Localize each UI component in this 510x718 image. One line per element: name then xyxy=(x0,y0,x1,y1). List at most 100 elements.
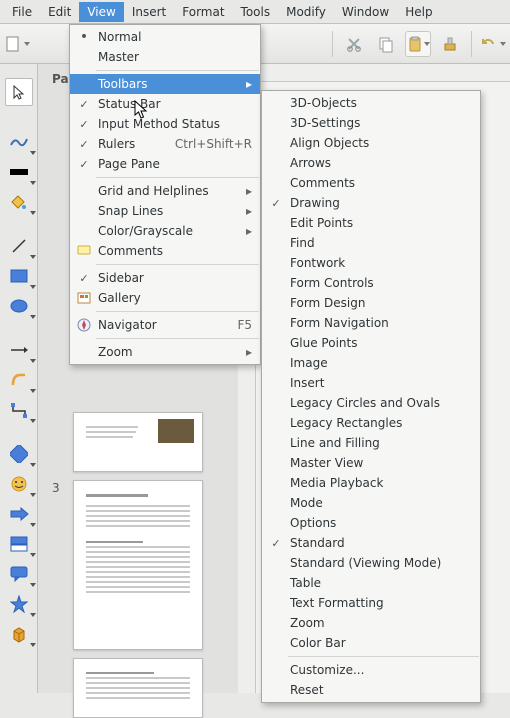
toolbars-item-legacy-rectangles[interactable]: Legacy Rectangles xyxy=(262,413,480,433)
line-color-icon[interactable] xyxy=(7,162,31,182)
toolbars-item-3d-settings[interactable]: 3D-Settings xyxy=(262,113,480,133)
callouts-tool[interactable] xyxy=(7,564,31,584)
pointer-tool[interactable] xyxy=(5,78,33,106)
menu-separator xyxy=(96,338,259,339)
view-item-navigator[interactable]: NavigatorF5 xyxy=(70,315,260,335)
toolbars-item-form-design[interactable]: Form Design xyxy=(262,293,480,313)
view-item-master[interactable]: Master xyxy=(70,47,260,67)
toolbars-item-zoom[interactable]: Zoom xyxy=(262,613,480,633)
view-item-status-bar[interactable]: Status Bar xyxy=(70,94,260,114)
toolbars-item-media-playback[interactable]: Media Playback xyxy=(262,473,480,493)
block-arrows-tool[interactable] xyxy=(7,504,31,524)
clone-format-button[interactable] xyxy=(437,31,463,57)
view-item-grid-and-helplines[interactable]: Grid and Helplines▸ xyxy=(70,181,260,201)
menu-item-label: Legacy Circles and Ovals xyxy=(290,396,472,410)
view-item-color-grayscale[interactable]: Color/Grayscale▸ xyxy=(70,221,260,241)
toolbars-item-arrows[interactable]: Arrows xyxy=(262,153,480,173)
toolbars-item-image[interactable]: Image xyxy=(262,353,480,373)
view-item-comments[interactable]: Comments xyxy=(70,241,260,261)
menu-item-label: Grid and Helplines xyxy=(98,184,242,198)
copy-button[interactable] xyxy=(373,31,399,57)
menu-item-label: Table xyxy=(290,576,472,590)
menu-item-label: Color Bar xyxy=(290,636,472,650)
arrow-line-tool[interactable] xyxy=(7,340,31,360)
line-tool[interactable] xyxy=(7,236,31,256)
ellipse-tool[interactable] xyxy=(7,296,31,316)
view-item-input-method-status[interactable]: Input Method Status xyxy=(70,114,260,134)
menu-item-label: Find xyxy=(290,236,472,250)
connectors-icon[interactable] xyxy=(7,132,31,152)
menu-insert[interactable]: Insert xyxy=(124,2,174,22)
toolbars-item-fontwork[interactable]: Fontwork xyxy=(262,253,480,273)
paste-button[interactable] xyxy=(405,31,431,57)
toolbars-item-legacy-circles-and-ovals[interactable]: Legacy Circles and Ovals xyxy=(262,393,480,413)
toolbars-item-form-navigation[interactable]: Form Navigation xyxy=(262,313,480,333)
toolbars-item-edit-points[interactable]: Edit Points xyxy=(262,213,480,233)
submenu-arrow-icon: ▸ xyxy=(242,184,252,198)
3d-objects-tool[interactable] xyxy=(7,624,31,644)
view-item-sidebar[interactable]: Sidebar xyxy=(70,268,260,288)
new-doc-button[interactable] xyxy=(4,31,30,57)
menu-help[interactable]: Help xyxy=(397,2,440,22)
toolbars-item-customize[interactable]: Customize... xyxy=(262,660,480,680)
separator xyxy=(332,31,333,57)
stars-tool[interactable] xyxy=(7,594,31,614)
toolbars-item-master-view[interactable]: Master View xyxy=(262,453,480,473)
cut-button[interactable] xyxy=(341,31,367,57)
toolbars-item-text-formatting[interactable]: Text Formatting xyxy=(262,593,480,613)
undo-button[interactable] xyxy=(480,31,506,57)
toolbars-item-drawing[interactable]: Drawing xyxy=(262,193,480,213)
menu-item-label: Text Formatting xyxy=(290,596,472,610)
navigator-icon-gutter-icon xyxy=(74,318,94,332)
page-thumbnail[interactable] xyxy=(73,412,203,472)
view-item-normal[interactable]: Normal xyxy=(70,27,260,47)
menu-file[interactable]: File xyxy=(4,2,40,22)
menu-edit[interactable]: Edit xyxy=(40,2,79,22)
toolbars-item-form-controls[interactable]: Form Controls xyxy=(262,273,480,293)
view-item-toolbars[interactable]: Toolbars▸ xyxy=(70,74,260,94)
menu-separator xyxy=(96,264,259,265)
view-item-snap-lines[interactable]: Snap Lines▸ xyxy=(70,201,260,221)
rectangle-tool[interactable] xyxy=(7,266,31,286)
toolbars-item-insert[interactable]: Insert xyxy=(262,373,480,393)
toolbars-item-color-bar[interactable]: Color Bar xyxy=(262,633,480,653)
toolbars-item-find[interactable]: Find xyxy=(262,233,480,253)
menu-item-label: Snap Lines xyxy=(98,204,242,218)
toolbars-item-options[interactable]: Options xyxy=(262,513,480,533)
menu-item-accelerator: Ctrl+Shift+R xyxy=(175,137,252,151)
curve-tool[interactable] xyxy=(7,370,31,390)
check-gutter-icon xyxy=(74,271,94,285)
page-thumbnail[interactable]: 4 xyxy=(73,658,203,718)
page-thumbnail[interactable]: 3 xyxy=(73,480,203,650)
fill-color-icon[interactable] xyxy=(7,192,31,212)
toolbars-item-comments[interactable]: Comments xyxy=(262,173,480,193)
basic-shapes-tool[interactable] xyxy=(7,444,31,464)
menu-item-label: Mode xyxy=(290,496,472,510)
menu-view[interactable]: View xyxy=(79,2,123,22)
menu-modify[interactable]: Modify xyxy=(278,2,334,22)
toolbars-item-mode[interactable]: Mode xyxy=(262,493,480,513)
toolbars-item-standard[interactable]: Standard xyxy=(262,533,480,553)
menu-separator xyxy=(96,70,259,71)
view-item-gallery[interactable]: Gallery xyxy=(70,288,260,308)
view-item-rulers[interactable]: Rulers Ctrl+Shift+R xyxy=(70,134,260,154)
symbol-shapes-tool[interactable] xyxy=(7,474,31,494)
menu-window[interactable]: Window xyxy=(334,2,397,22)
toolbars-item-reset[interactable]: Reset xyxy=(262,680,480,700)
menu-item-label: Fontwork xyxy=(290,256,472,270)
toolbars-item-line-and-filling[interactable]: Line and Filling xyxy=(262,433,480,453)
toolbars-item-glue-points[interactable]: Glue Points xyxy=(262,333,480,353)
flowchart-tool[interactable] xyxy=(7,534,31,554)
toolbars-item-table[interactable]: Table xyxy=(262,573,480,593)
menu-item-label: Page Pane xyxy=(98,157,252,171)
menu-item-label: Navigator xyxy=(98,318,213,332)
toolbars-item-3d-objects[interactable]: 3D-Objects xyxy=(262,93,480,113)
menu-format[interactable]: Format xyxy=(174,2,232,22)
view-item-zoom[interactable]: Zoom▸ xyxy=(70,342,260,362)
connector-tool[interactable] xyxy=(7,400,31,420)
toolbars-item-standard-viewing-mode[interactable]: Standard (Viewing Mode) xyxy=(262,553,480,573)
toolbars-item-align-objects[interactable]: Align Objects xyxy=(262,133,480,153)
view-item-page-pane[interactable]: Page Pane xyxy=(70,154,260,174)
menu-item-label: Rulers xyxy=(98,137,151,151)
menu-tools[interactable]: Tools xyxy=(233,2,279,22)
